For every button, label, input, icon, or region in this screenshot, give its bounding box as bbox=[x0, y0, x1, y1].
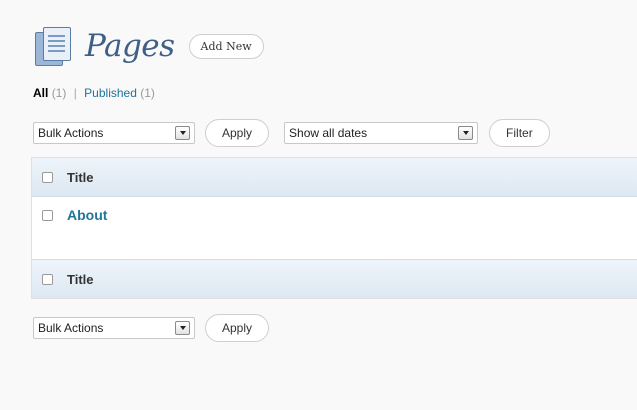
dropdown-arrow-icon[interactable] bbox=[458, 126, 474, 140]
bulk-actions-select-bottom[interactable]: Bulk Actions bbox=[33, 317, 195, 339]
select-all-checkbox-footer[interactable] bbox=[42, 273, 53, 285]
pages-icon bbox=[33, 26, 73, 66]
column-title-label-footer[interactable]: Title bbox=[67, 272, 94, 287]
filter-published-link[interactable]: Published bbox=[84, 86, 137, 100]
pages-table: Title About Title bbox=[31, 157, 637, 299]
select-all-checkbox[interactable] bbox=[42, 171, 53, 183]
bulk-actions-value: Bulk Actions bbox=[38, 126, 104, 140]
dropdown-arrow-icon[interactable] bbox=[175, 321, 190, 335]
row-checkbox[interactable] bbox=[42, 209, 53, 221]
table-row: About bbox=[32, 197, 637, 259]
apply-button-bottom[interactable]: Apply bbox=[205, 314, 270, 342]
date-filter-value: Show all dates bbox=[289, 126, 368, 140]
filter-button[interactable]: Filter bbox=[489, 119, 550, 147]
bulk-actions-value-bottom: Bulk Actions bbox=[38, 321, 104, 335]
bottom-tablenav: Bulk Actions Apply bbox=[33, 314, 270, 342]
dropdown-arrow-icon[interactable] bbox=[175, 126, 190, 140]
column-title-label[interactable]: Title bbox=[67, 170, 94, 185]
filter-published-count: (1) bbox=[140, 86, 155, 100]
top-tablenav: Bulk Actions Apply Show all dates Filter bbox=[33, 119, 550, 147]
row-title-link[interactable]: About bbox=[67, 207, 107, 223]
apply-button[interactable]: Apply bbox=[205, 119, 270, 147]
page-title: Pages bbox=[85, 28, 175, 64]
add-new-button[interactable]: Add New bbox=[188, 33, 264, 59]
table-header-title: Title bbox=[32, 158, 637, 197]
filter-all-count: (1) bbox=[51, 86, 67, 100]
page-header: Pages Add New bbox=[33, 24, 264, 68]
bulk-actions-select[interactable]: Bulk Actions bbox=[33, 122, 195, 144]
filter-separator: | bbox=[73, 86, 77, 100]
table-footer-title: Title bbox=[32, 259, 637, 298]
filter-all-link[interactable]: All bbox=[33, 86, 48, 100]
date-filter-select[interactable]: Show all dates bbox=[284, 122, 479, 144]
status-filter-links: All (1) | Published (1) bbox=[33, 86, 155, 100]
